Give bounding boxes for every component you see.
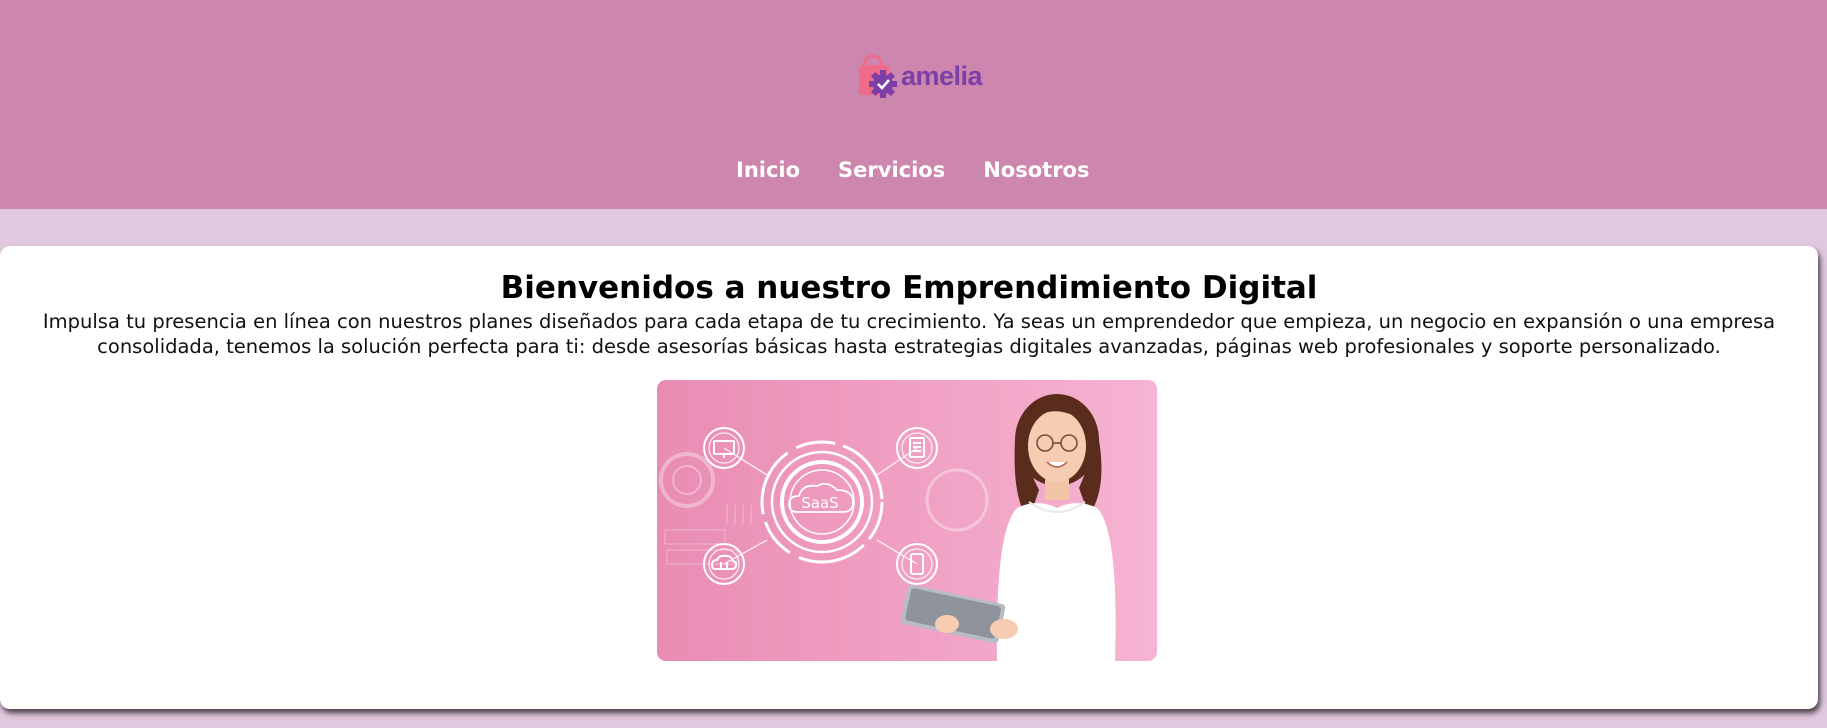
nav-link-nosotros[interactable]: Nosotros	[983, 158, 1089, 182]
logo[interactable]: amelia	[855, 52, 983, 100]
site-header: amelia Inicio Servicios Nosotros	[0, 0, 1827, 209]
page-title: Bienvenidos a nuestro Emprendimiento Dig…	[500, 270, 1318, 306]
nav-link-inicio[interactable]: Inicio	[736, 158, 800, 182]
hero-illustration: SaaS	[657, 380, 1157, 661]
nav-link-servicios[interactable]: Servicios	[838, 158, 945, 182]
welcome-card: Bienvenidos a nuestro Emprendimiento Dig…	[0, 246, 1818, 709]
main-nav: Inicio Servicios Nosotros	[736, 158, 1090, 182]
shopping-bag-gear-icon	[859, 54, 897, 98]
intro-paragraph: Impulsa tu presencia en línea con nuestr…	[42, 310, 1776, 358]
hero-image: SaaS	[657, 380, 1157, 661]
saas-label: SaaS	[801, 494, 838, 512]
logo-text: amelia	[901, 60, 983, 91]
